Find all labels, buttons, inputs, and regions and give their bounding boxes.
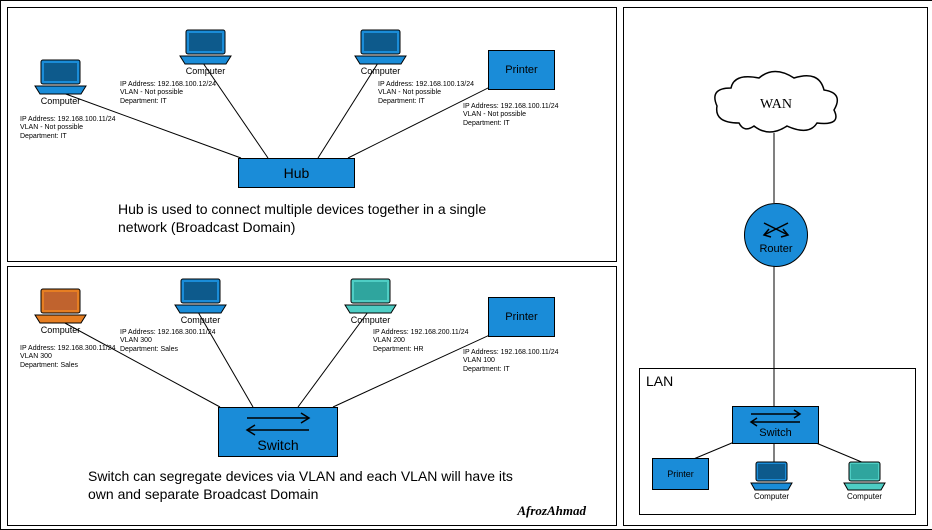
lan-printer-label: Printer	[667, 469, 694, 479]
switch-arrows-icon	[219, 408, 337, 438]
lan-label: LAN	[646, 373, 673, 389]
lan-pc1: Computer	[749, 460, 794, 501]
hub-pc2: Computer	[178, 28, 233, 76]
hub-pc3-label: Computer	[353, 66, 408, 76]
diagram-canvas: Computer IP Address: 192.168.100.11/24 V…	[0, 0, 932, 530]
switch-pc2: Computer	[173, 277, 228, 325]
hub-pc3: Computer	[353, 28, 408, 76]
wan-cloud: WAN	[709, 68, 844, 148]
hub-pc1-label: Computer	[33, 96, 88, 106]
switch-pc3-details: IP Address: 192.168.200.11/24 VLAN 200 D…	[373, 329, 468, 354]
switch-pc3-label: Computer	[343, 315, 398, 325]
lan-switch: Switch	[732, 406, 819, 444]
wan-panel: WAN Router LAN Switch Printer	[623, 7, 928, 526]
switch-pc1: Computer	[33, 287, 88, 335]
router-arrows-icon	[756, 215, 796, 243]
hub-pc3-details: IP Address: 192.168.100.13/24 VLAN - Not…	[378, 81, 474, 106]
signature: AfrozAhmad	[517, 503, 586, 519]
lan-pc2: Computer	[842, 460, 887, 501]
lan-switch-arrows-icon	[733, 407, 818, 427]
hub-pc2-details: IP Address: 192.168.100.12/24 VLAN - Not…	[120, 81, 216, 106]
switch-pc3: Computer	[343, 277, 398, 325]
wan-cloud-label: WAN	[760, 97, 792, 112]
hub-printer: Printer	[488, 50, 555, 90]
switch-pc2-details: IP Address: 192.168.300.11/24 VLAN 300 D…	[120, 329, 215, 354]
router-device: Router	[744, 203, 808, 267]
switch-device: Switch	[218, 407, 338, 457]
lan-switch-label: Switch	[733, 427, 818, 439]
switch-printer: Printer	[488, 297, 555, 337]
hub-pc2-label: Computer	[178, 66, 233, 76]
switch-pc1-details: IP Address: 192.168.300.11/24 VLAN 300 D…	[20, 345, 115, 370]
switch-pc2-label: Computer	[173, 315, 228, 325]
hub-caption: Hub is used to connect multiple devices …	[118, 200, 518, 236]
lan-pc1-label: Computer	[749, 492, 794, 501]
hub-printer-details: IP Address: 192.168.100.11/24 VLAN - Not…	[463, 103, 558, 128]
hub-pc1-details: IP Address: 192.168.100.11/24 VLAN - Not…	[20, 116, 115, 141]
hub-printer-label: Printer	[505, 64, 537, 76]
switch-panel: Computer IP Address: 192.168.300.11/24 V…	[7, 266, 617, 526]
router-label: Router	[759, 243, 792, 255]
hub-device: Hub	[238, 158, 355, 188]
switch-label: Switch	[219, 437, 337, 453]
lan-printer: Printer	[652, 458, 709, 490]
switch-pc1-label: Computer	[33, 325, 88, 335]
hub-pc1: Computer	[33, 58, 88, 106]
switch-printer-details: IP Address: 192.168.100.11/24 VLAN 100 D…	[463, 349, 558, 374]
hub-panel: Computer IP Address: 192.168.100.11/24 V…	[7, 7, 617, 262]
hub-label: Hub	[284, 165, 310, 181]
lan-pc2-label: Computer	[842, 492, 887, 501]
switch-caption: Switch can segregate devices via VLAN an…	[88, 467, 528, 503]
switch-printer-label: Printer	[505, 311, 537, 323]
